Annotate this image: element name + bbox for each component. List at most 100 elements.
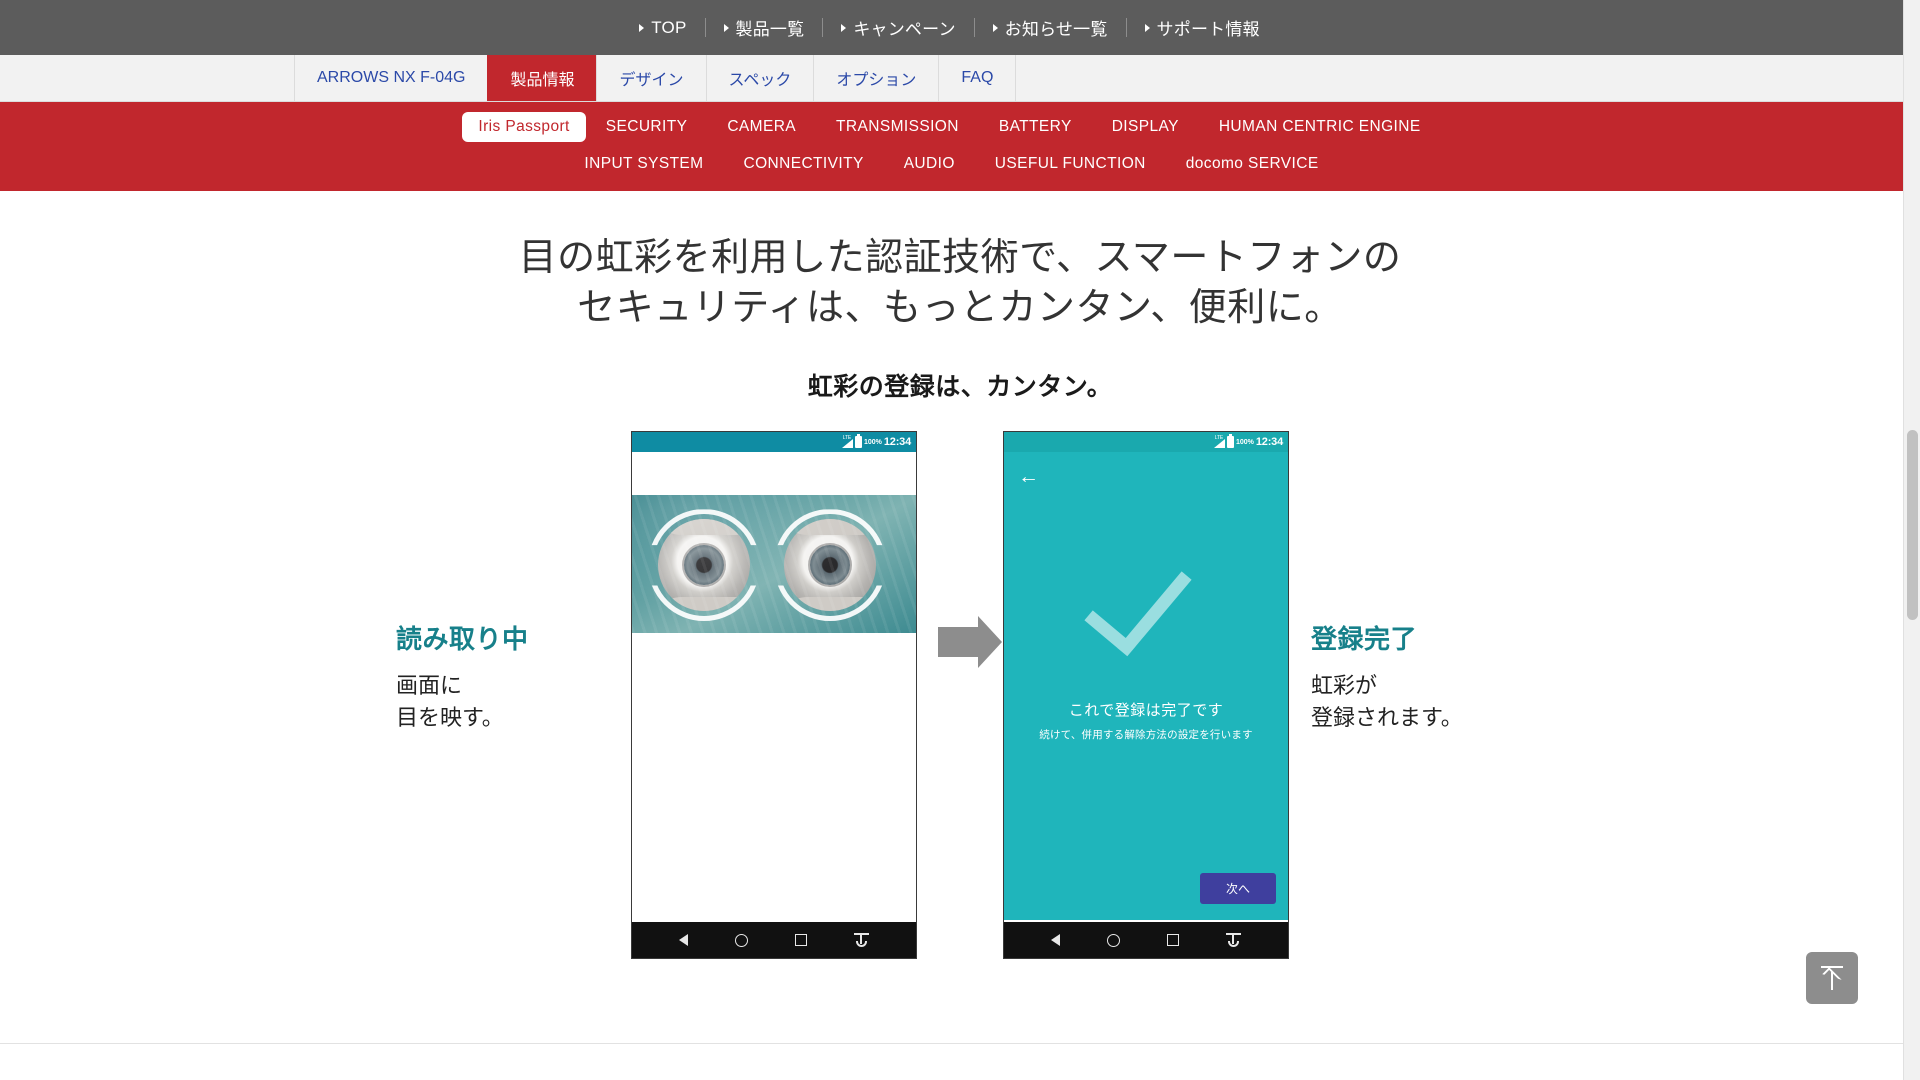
- triangle-bullet-icon: [639, 23, 645, 32]
- keyboard-hide-icon[interactable]: [853, 933, 869, 948]
- signal-icon: LTE: [839, 435, 853, 449]
- section-item-transmission[interactable]: TRANSMISSION: [816, 112, 979, 142]
- section-item-audio[interactable]: AUDIO: [884, 149, 975, 179]
- phone1-status-bar: LTE 100% 12:34: [632, 432, 916, 453]
- next-button[interactable]: 次へ: [1199, 873, 1276, 905]
- page-scrollbar-track[interactable]: [1903, 0, 1920, 1080]
- step-flow-arrow: [917, 431, 1003, 669]
- section-label: SECURITY: [605, 118, 688, 135]
- tab-label: オプション: [836, 72, 917, 89]
- phone2-screen: ← これで登録は完了です 続けて、併用する解除方法の設定を行います 次へ: [1004, 452, 1288, 921]
- section-item-camera[interactable]: CAMERA: [707, 112, 816, 142]
- checkmark-icon: [1084, 544, 1192, 657]
- section-item-docomo-service[interactable]: docomo SERVICE: [1166, 149, 1339, 179]
- battery-percent: 100%: [1235, 438, 1254, 446]
- content-frame: TOP 製品一覧 キャンペーン お知らせ一覧 サポート情報 ARROWS NX …: [0, 0, 1920, 1044]
- phone1-blank-top: [632, 452, 916, 496]
- section-label: HUMAN CENTRIC ENGINE: [1218, 118, 1421, 135]
- section-item-connectivity[interactable]: CONNECTIVITY: [723, 149, 883, 179]
- home-icon[interactable]: [735, 933, 749, 947]
- section-label: INPUT SYSTEM: [584, 155, 704, 172]
- section-label: CAMERA: [727, 118, 797, 135]
- section-nav-row-1: Iris Passport SECURITY CAMERA TRANSMISSI…: [0, 112, 1903, 142]
- gnav-label: 製品一覧: [735, 20, 805, 39]
- home-icon[interactable]: [1107, 933, 1121, 947]
- iris-right: [810, 545, 850, 586]
- page-scrollbar-thumb[interactable]: [1907, 430, 1918, 620]
- section-item-security[interactable]: SECURITY: [586, 112, 708, 142]
- battery-icon: [854, 434, 862, 449]
- step-right-caption: 登録完了 虹彩が 登録されます。: [1289, 431, 1524, 732]
- gnav-item-campaign[interactable]: キャンペーン: [823, 15, 973, 40]
- tab-faq[interactable]: FAQ: [938, 55, 1017, 101]
- completion-message: これで登録は完了です: [1068, 702, 1224, 720]
- global-nav-list: TOP 製品一覧 キャンペーン お知らせ一覧 サポート情報: [621, 15, 1278, 40]
- phone2-soft-keys: [1004, 922, 1288, 959]
- recent-apps-icon[interactable]: [794, 934, 807, 947]
- section-navigation: Iris Passport SECURITY CAMERA TRANSMISSI…: [0, 102, 1903, 191]
- gnav-label: キャンペーン: [853, 20, 956, 39]
- section-nav-row-2: INPUT SYSTEM CONNECTIVITY AUDIO USEFUL F…: [0, 149, 1903, 179]
- arrow-up-to-bar-icon: [1821, 966, 1843, 990]
- status-time: 12:34: [1255, 436, 1283, 449]
- triangle-bullet-icon: [723, 23, 729, 32]
- eyelid-bottom: [658, 597, 750, 612]
- section-item-useful-function[interactable]: USEFUL FUNCTION: [975, 149, 1166, 179]
- tab-model-name[interactable]: ARROWS NX F-04G: [294, 55, 489, 101]
- network-label: LTE: [842, 435, 851, 442]
- back-icon[interactable]: [679, 934, 689, 947]
- tab-design[interactable]: デザイン: [596, 55, 707, 101]
- eyelid-top: [658, 519, 750, 536]
- battery-percent: 100%: [863, 438, 882, 446]
- battery-icon: [1226, 434, 1234, 449]
- phone-mockup-complete: LTE 100% 12:34 ← これで登録は完了です 続けて、併用する解除方法…: [1003, 431, 1289, 960]
- section-divider: [0, 1043, 1920, 1044]
- phone2-status-bar: LTE 100% 12:34: [1004, 432, 1288, 453]
- network-label: LTE: [1214, 435, 1223, 442]
- arrow-right-icon: [938, 616, 1002, 669]
- section-label: CONNECTIVITY: [743, 155, 864, 172]
- recent-apps-icon[interactable]: [1166, 934, 1179, 947]
- section-item-input-system[interactable]: INPUT SYSTEM: [564, 149, 723, 179]
- section-item-display[interactable]: DISPLAY: [1092, 112, 1199, 142]
- gnav-item-support[interactable]: サポート情報: [1127, 15, 1278, 40]
- iris-camera-preview: [632, 495, 916, 634]
- section-item-human-centric-engine[interactable]: HUMAN CENTRIC ENGINE: [1199, 112, 1441, 142]
- section-label: TRANSMISSION: [836, 118, 959, 135]
- triangle-bullet-icon: [1144, 23, 1150, 32]
- step-left-body: 画面に 目を映す。: [396, 673, 504, 730]
- back-arrow-icon[interactable]: ←: [1018, 466, 1039, 487]
- phone1-soft-keys: [632, 922, 916, 959]
- tab-bar-filler: [1015, 55, 1903, 101]
- eyelid-top: [784, 519, 876, 536]
- phone1-blank-bottom: [632, 633, 916, 901]
- section-item-iris-passport[interactable]: Iris Passport: [462, 112, 586, 142]
- gnav-label: サポート情報: [1156, 20, 1260, 39]
- headline-line-2: セキュリティは、もっとカンタン、便利に。: [577, 287, 1343, 330]
- section-item-battery[interactable]: BATTERY: [979, 112, 1092, 142]
- back-icon[interactable]: [1051, 934, 1061, 947]
- headline-line-1: 目の虹彩を利用した認証技術で、スマートフォンの: [518, 237, 1402, 279]
- section-label: AUDIO: [903, 155, 955, 172]
- tab-product-info[interactable]: 製品情報: [487, 55, 598, 101]
- tab-label: 製品情報: [510, 72, 575, 89]
- page-subheading: 虹彩の登録は、カンタン。: [807, 373, 1113, 402]
- section-label: docomo SERVICE: [1185, 155, 1319, 172]
- gnav-item-news-list[interactable]: お知らせ一覧: [975, 15, 1126, 40]
- status-time: 12:34: [883, 436, 911, 449]
- step-right-title: 登録完了: [1311, 624, 1418, 655]
- eye-right-image: [784, 519, 876, 612]
- tab-option[interactable]: オプション: [813, 55, 940, 101]
- tab-label: ARROWS NX F-04G: [317, 69, 466, 86]
- global-navigation: TOP 製品一覧 キャンペーン お知らせ一覧 サポート情報: [0, 0, 1903, 55]
- gnav-item-product-list[interactable]: 製品一覧: [706, 15, 823, 40]
- tab-label: デザイン: [619, 72, 684, 89]
- keyboard-hide-icon[interactable]: [1225, 933, 1241, 948]
- scroll-to-top-button[interactable]: [1806, 952, 1858, 1004]
- page-headline: 目の虹彩を利用した認証技術で、スマートフォンの セキュリティは、もっとカンタン、…: [0, 233, 1920, 333]
- tab-spec[interactable]: スペック: [705, 55, 815, 101]
- page-root: TOP 製品一覧 キャンペーン お知らせ一覧 サポート情報 ARROWS NX …: [0, 0, 1920, 1080]
- registration-steps-figure: 読み取り中 画面に 目を映す。 LTE 100% 12:34 LTE 100% …: [0, 431, 1920, 960]
- product-tab-bar: ARROWS NX F-04G 製品情報 デザイン スペック オプション FAQ: [0, 55, 1903, 102]
- gnav-item-top[interactable]: TOP: [621, 18, 704, 38]
